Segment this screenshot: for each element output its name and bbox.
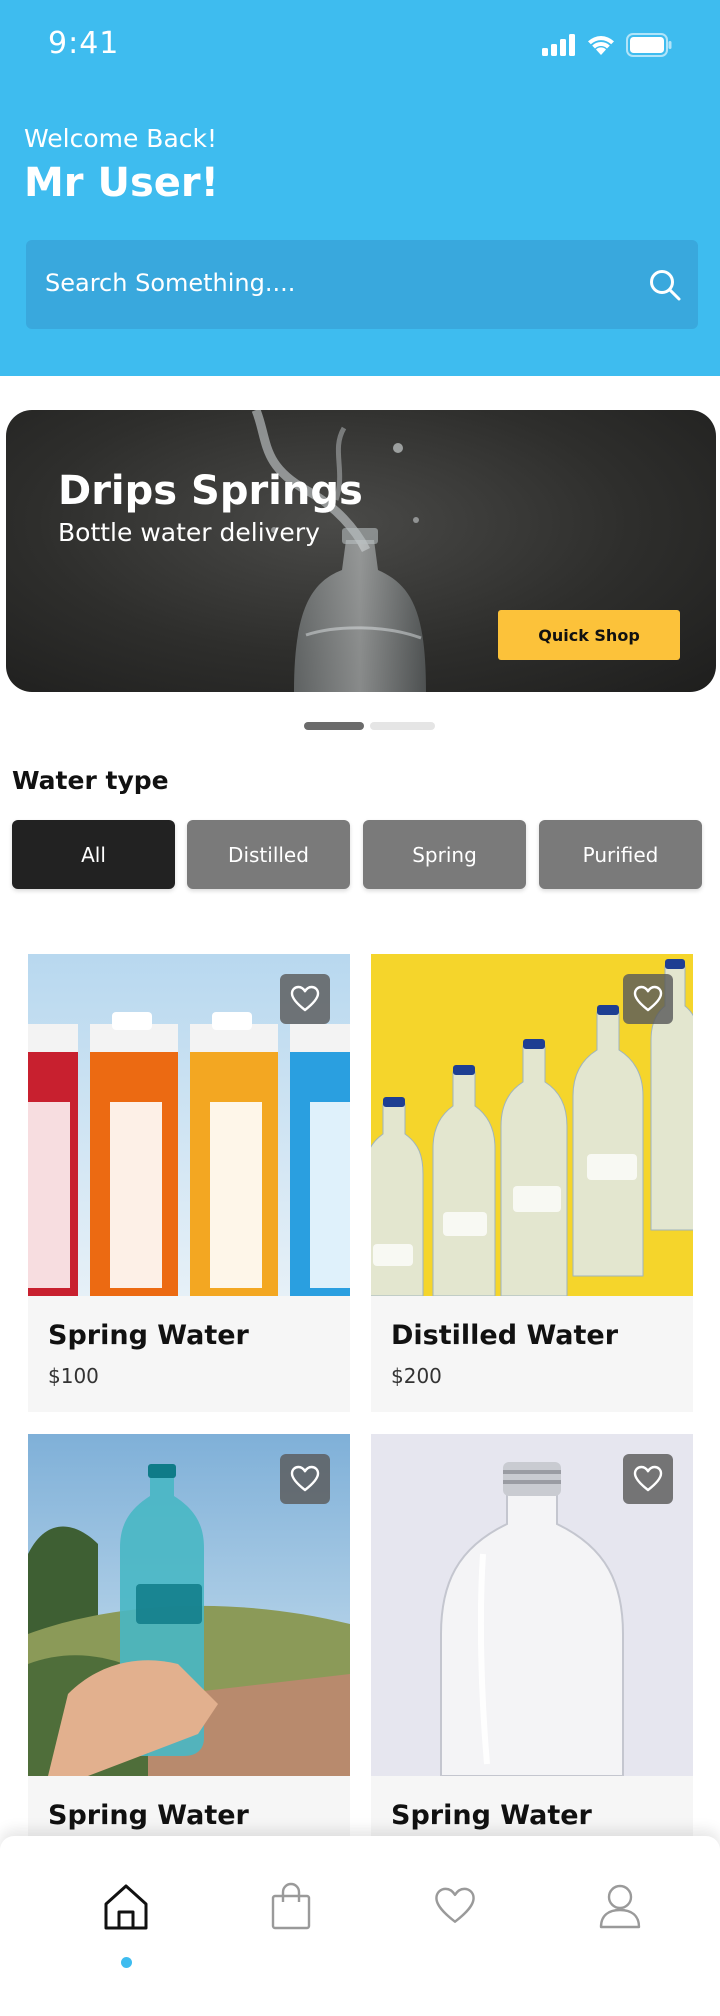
heart-icon xyxy=(633,1465,663,1492)
status-time: 9:41 xyxy=(48,26,120,61)
header: 9:41 Welcome Back! Mr User! Search Somet… xyxy=(0,0,720,376)
chip-distilled[interactable]: Distilled xyxy=(187,820,350,889)
product-card[interactable]: Spring Water xyxy=(371,1434,693,1892)
product-name: Distilled Water xyxy=(391,1320,619,1351)
search-placeholder: Search Something.... xyxy=(45,269,296,297)
product-name: Spring Water xyxy=(391,1800,592,1831)
product-card[interactable]: Distilled Water $200 xyxy=(371,954,693,1412)
carousel-dot[interactable] xyxy=(370,722,435,730)
carousel-dot-active[interactable] xyxy=(304,722,364,730)
product-price: $100 xyxy=(48,1364,99,1388)
status-icons xyxy=(542,32,672,58)
home-icon xyxy=(104,1884,148,1930)
search-input[interactable]: Search Something.... xyxy=(26,240,698,329)
promo-banner[interactable]: Drips Springs Bottle water delivery Quic… xyxy=(6,410,716,692)
heart-icon xyxy=(435,1887,475,1923)
water-type-filters: All Distilled Spring Purified xyxy=(12,820,712,890)
nav-active-indicator xyxy=(121,1957,132,1968)
search-icon[interactable] xyxy=(648,268,682,302)
welcome-text: Welcome Back! xyxy=(24,124,218,153)
heart-icon xyxy=(290,1465,320,1492)
user-icon xyxy=(599,1884,641,1929)
favorite-button[interactable] xyxy=(623,1454,673,1504)
product-name: Spring Water xyxy=(48,1320,249,1351)
user-name: Mr User! xyxy=(24,160,219,206)
carousel-indicator xyxy=(304,722,435,730)
banner-title: Drips Springs xyxy=(58,468,363,514)
heart-icon xyxy=(290,985,320,1012)
product-price: $200 xyxy=(391,1364,442,1388)
banner-subtitle: Bottle water delivery xyxy=(58,518,320,547)
water-type-title: Water type xyxy=(12,766,169,795)
bottom-nav xyxy=(0,1836,720,2016)
nav-cart[interactable] xyxy=(246,1836,336,1976)
chip-all[interactable]: All xyxy=(12,820,175,889)
battery-icon xyxy=(626,33,672,57)
heart-icon xyxy=(633,985,663,1012)
status-bar: 9:41 xyxy=(0,0,720,90)
chip-purified[interactable]: Purified xyxy=(539,820,702,889)
favorite-button[interactable] xyxy=(280,974,330,1024)
signal-icon xyxy=(542,34,575,56)
product-card[interactable]: Spring Water $100 xyxy=(28,954,350,1412)
product-card[interactable]: Spring Water xyxy=(28,1434,350,1892)
quick-shop-button[interactable]: Quick Shop xyxy=(498,610,680,660)
nav-home[interactable] xyxy=(81,1836,171,1976)
wifi-icon xyxy=(588,36,614,55)
nav-profile[interactable] xyxy=(575,1836,665,1976)
shopping-bag-icon xyxy=(271,1882,311,1930)
product-name: Spring Water xyxy=(48,1800,249,1831)
chip-spring[interactable]: Spring xyxy=(363,820,526,889)
nav-favorites[interactable] xyxy=(410,1836,500,1976)
favorite-button[interactable] xyxy=(280,1454,330,1504)
favorite-button[interactable] xyxy=(623,974,673,1024)
